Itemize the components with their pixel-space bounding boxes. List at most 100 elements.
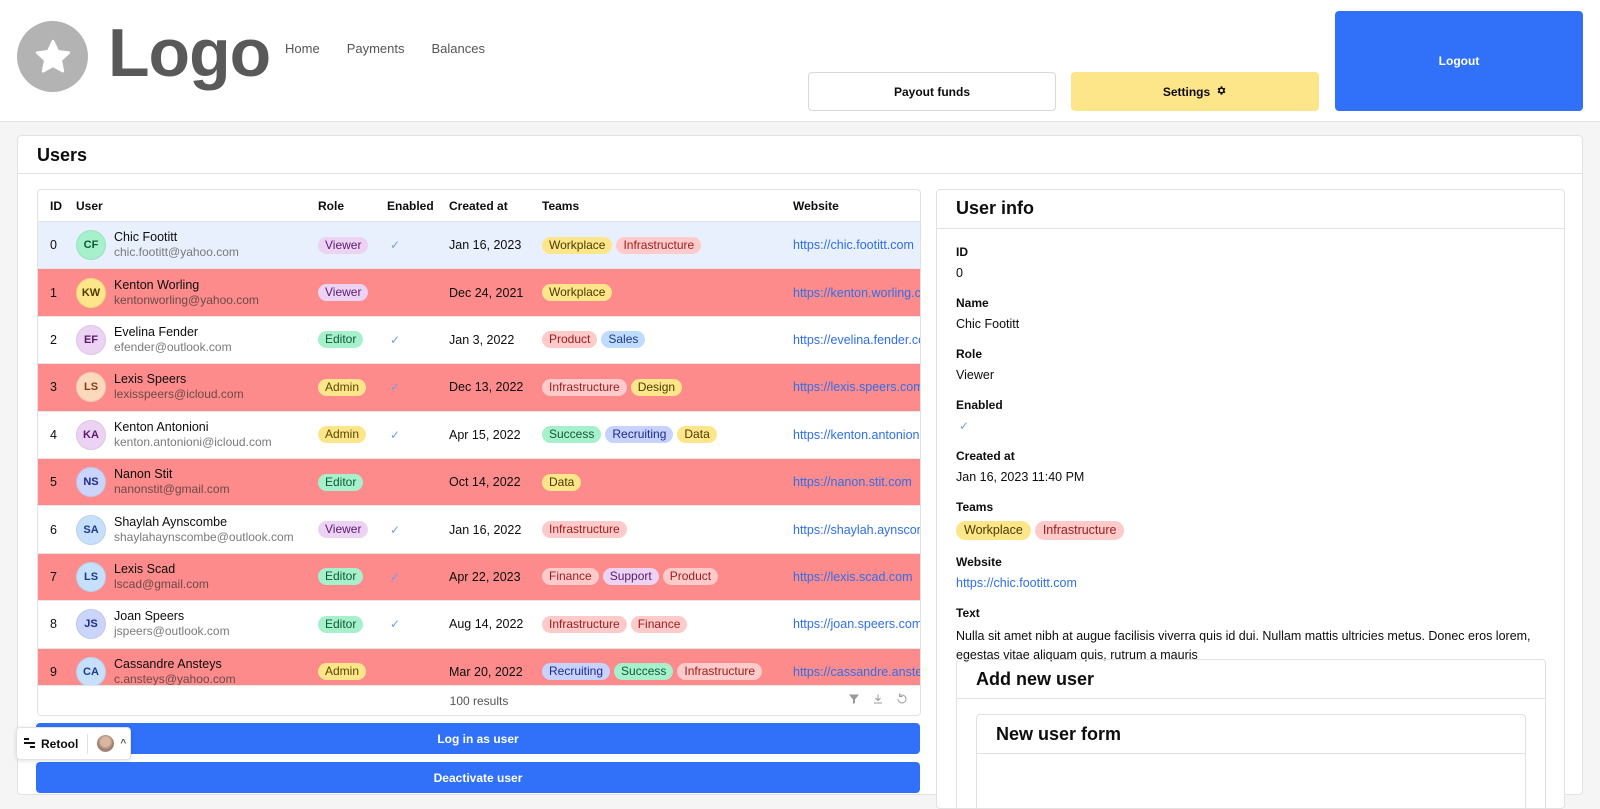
retool-badge[interactable]: Retool ^	[16, 727, 131, 760]
website-link[interactable]: https://kenton.antonioni.com	[793, 428, 920, 442]
team-tag-finance: Finance	[630, 615, 688, 633]
cell-enabled: ✓	[387, 617, 449, 631]
website-link[interactable]: https://kenton.worling.com	[793, 286, 920, 300]
website-link[interactable]: https://chic.footitt.com	[793, 238, 914, 252]
cell-user: NS Nanon Stit nanonstit@gmail.com	[76, 467, 318, 498]
user-name: Chic Footitt	[114, 230, 178, 245]
table-row[interactable]: 2 EF Evelina Fender efender@outlook.com Edit…	[38, 317, 920, 365]
column-header-role[interactable]: Role	[318, 199, 387, 213]
cell-role: Editor	[318, 568, 387, 586]
cell-created-at: Dec 24, 2021	[449, 285, 524, 300]
cell-teams: Recruiting Success Infrastructure	[542, 663, 793, 681]
user-name: Nanon Stit	[114, 467, 173, 482]
nav-balances[interactable]: Balances	[432, 41, 485, 56]
avatar: CA	[76, 656, 106, 687]
nav-home[interactable]: Home	[285, 41, 320, 56]
website-link[interactable]: https://cassandre.ansteys.com	[793, 665, 920, 679]
payout-funds-button[interactable]: Payout funds	[808, 72, 1056, 111]
cell-user: CA Cassandre Ansteys c.ansteys@yahoo.com	[76, 656, 318, 687]
add-new-user-panel: Add new user New user form	[956, 659, 1546, 808]
check-icon: ✓	[390, 427, 401, 442]
role-badge-viewer: Viewer	[318, 284, 369, 302]
cell-created-at: Jan 16, 2023	[449, 238, 522, 253]
team-tag-support: Support	[602, 568, 659, 586]
refresh-icon[interactable]	[896, 693, 908, 708]
team-tag-infrastructure: Infrastructure	[542, 378, 627, 396]
team-tag-design: Design	[630, 378, 683, 396]
website-link[interactable]: https://evelina.fender.com	[793, 333, 920, 347]
website-link[interactable]: https://shaylah.aynscombe.com	[793, 523, 920, 537]
website-link[interactable]: https://chic.footitt.com	[956, 576, 1545, 591]
download-icon[interactable]	[872, 693, 884, 708]
settings-label: Settings	[1162, 84, 1211, 99]
cell-role: Viewer	[318, 236, 387, 254]
retool-logo-icon	[24, 737, 35, 751]
team-tag-infrastructure: Infrastructure	[1034, 521, 1125, 540]
user-email: kentonworling@yahoo.com	[114, 292, 259, 307]
teams-value: Workplace Infrastructure	[956, 521, 1545, 540]
cell-enabled: ✓	[387, 380, 449, 394]
role-badge-admin: Admin	[318, 663, 367, 681]
new-user-form-title: New user form	[977, 715, 1525, 754]
table-row[interactable]: 1 KW Kenton Worling kentonworling@yahoo.com…	[38, 269, 920, 317]
column-header-enabled[interactable]: Enabled	[387, 199, 449, 213]
cell-teams: Infrastructure Design	[542, 378, 793, 396]
table-row[interactable]: 0 CF Chic Footitt chic.footitt@yahoo.com Vie…	[38, 222, 920, 270]
user-avatar[interactable]	[97, 735, 115, 752]
table-row[interactable]: 3 LS Lexis Speers lexisspeers@icloud.com Adm…	[38, 364, 920, 412]
cell-user: JS Joan Speers jspeers@outlook.com	[76, 609, 318, 640]
column-header-website[interactable]: Website	[793, 199, 920, 213]
cell-teams: Infrastructure Finance	[542, 615, 793, 633]
check-icon: ✓	[390, 522, 401, 537]
table-row[interactable]: 7 LS Lexis Scad lscad@gmail.com Editor ✓ Apr 2…	[38, 553, 920, 602]
website-link[interactable]: https://nanon.stit.com	[793, 475, 912, 489]
cell-created-at: Jan 3, 2022	[449, 332, 515, 347]
website-link[interactable]: https://joan.speers.com	[793, 617, 920, 631]
avatar: KW	[76, 277, 106, 308]
users-title: Users	[18, 136, 1582, 174]
cell-website: https://lexis.scad.com	[793, 570, 920, 584]
avatar: JS	[76, 609, 106, 640]
user-name: Lexis Scad	[114, 561, 176, 576]
check-icon: ✓	[390, 238, 401, 253]
cell-user: SA Shaylah Aynscombe shaylahaynscombe@outl…	[76, 514, 318, 545]
main-nav: Home Payments Balances	[285, 41, 485, 56]
table-row[interactable]: 4 KA Kenton Antonioni kenton.antonioni@iclo…	[38, 412, 920, 459]
nav-payments[interactable]: Payments	[347, 41, 405, 56]
check-icon: ✓	[390, 569, 401, 584]
log-in-as-user-button[interactable]: Log in as user	[36, 723, 920, 754]
table-row[interactable]: 6 SA Shaylah Aynscombe shaylahaynscombe@out…	[38, 506, 920, 554]
logout-button[interactable]: Logout	[1335, 11, 1583, 111]
cell-created-at: Jan 16, 2022	[449, 522, 522, 537]
settings-button[interactable]: Settings	[1071, 72, 1319, 111]
website-link[interactable]: https://lexis.speers.com	[793, 380, 920, 394]
team-tag-success: Success	[542, 426, 602, 444]
cell-user: KW Kenton Worling kentonworling@yahoo.com	[76, 277, 318, 308]
website-link[interactable]: https://lexis.scad.com	[793, 570, 913, 584]
team-tag-finance: Finance	[542, 568, 599, 586]
cell-user: CF Chic Footitt chic.footitt@yahoo.com	[76, 230, 318, 261]
table-row[interactable]: 5 NS Nanon Stit nanonstit@gmail.com Editor Oc…	[38, 458, 920, 507]
cell-teams: Workplace Infrastructure	[542, 236, 793, 254]
filter-icon[interactable]	[848, 693, 860, 708]
avatar: LS	[76, 372, 106, 403]
cell-role: Admin	[318, 426, 387, 444]
team-tag-recruiting: Recruiting	[542, 663, 611, 681]
table-row[interactable]: 8 JS Joan Speers jspeers@outlook.com Editor ✓…	[38, 601, 920, 649]
column-header-teams[interactable]: Teams	[542, 199, 793, 213]
cell-created-at: Aug 14, 2022	[449, 617, 524, 632]
cell-id: 8	[50, 617, 57, 632]
chevron-up-icon[interactable]: ^	[120, 738, 126, 749]
column-header-created-at[interactable]: Created at	[449, 199, 542, 213]
cell-teams: Product Sales	[542, 331, 793, 349]
cell-website: https://kenton.antonioni.com	[793, 428, 920, 442]
cell-id: 9	[50, 664, 57, 679]
user-name: Lexis Speers	[114, 372, 187, 387]
user-email: nanonstit@gmail.com	[114, 482, 230, 497]
column-header-id[interactable]: ID	[38, 199, 76, 213]
column-header-user[interactable]: User	[76, 199, 318, 213]
user-name: Cassandre Ansteys	[114, 656, 222, 671]
user-email: jspeers@outlook.com	[114, 624, 230, 639]
logout-label: Logout	[1438, 54, 1480, 68]
cell-enabled: ✓	[387, 238, 449, 252]
